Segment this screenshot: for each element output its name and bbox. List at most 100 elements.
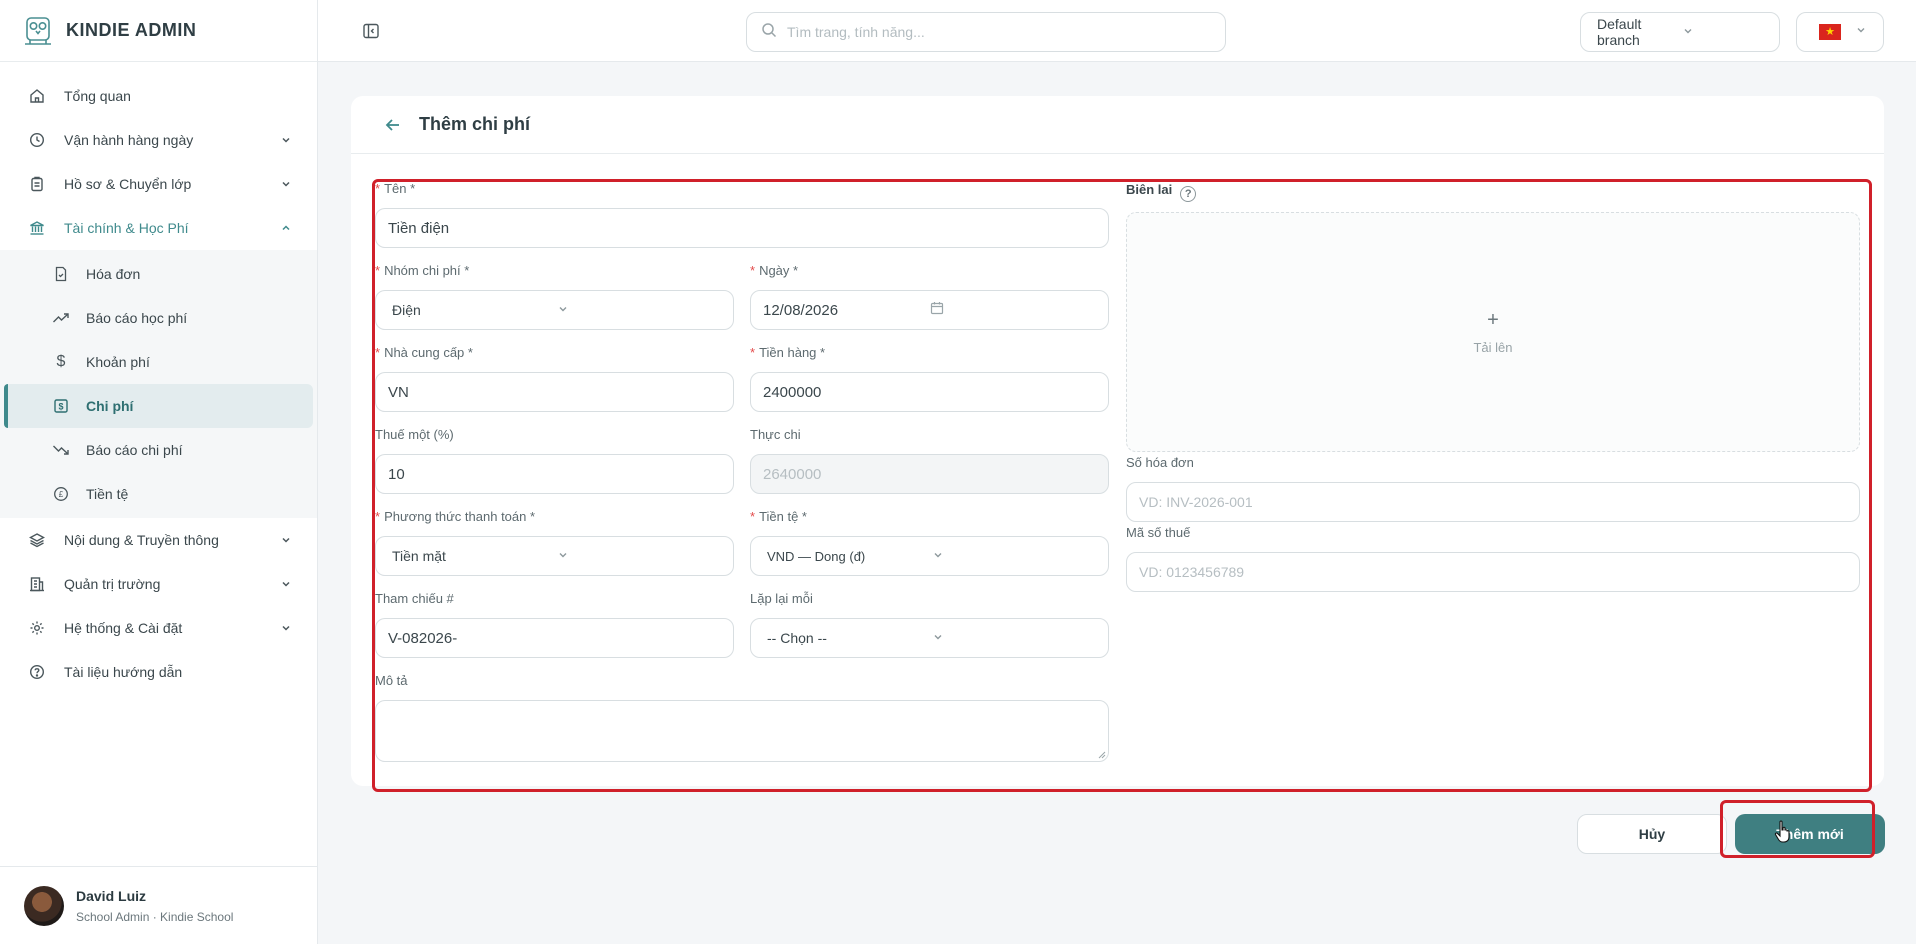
- sidebar-item-fees[interactable]: $ Khoản phí: [0, 340, 313, 384]
- user-profile[interactable]: David Luiz School Admin · Kindie School: [0, 866, 317, 944]
- branch-select-value: Default branch: [1597, 16, 1642, 48]
- building-icon: [28, 575, 46, 593]
- help-icon[interactable]: ?: [1180, 186, 1197, 202]
- sidebar-item-records[interactable]: Hồ sơ & Chuyển lớp: [0, 162, 317, 206]
- receipt-label: Biên lai?: [1126, 182, 1197, 202]
- chevron-down-icon: [932, 549, 1097, 564]
- sidebar-item-finance[interactable]: Tài chính & Học Phí: [0, 206, 317, 250]
- sidebar-item-school-admin[interactable]: Quản trị trường: [0, 562, 317, 606]
- chevron-down-icon: [279, 177, 293, 191]
- resize-handle-icon: [1098, 751, 1106, 759]
- sidebar-item-expenses[interactable]: $ Chi phí: [4, 384, 313, 428]
- sidebar-item-daily-ops[interactable]: Vận hành hàng ngày: [0, 118, 317, 162]
- cancel-button[interactable]: Hủy: [1577, 814, 1727, 854]
- currency-select[interactable]: VND — Dong (đ): [750, 536, 1109, 576]
- sidebar-toggle-icon[interactable]: [362, 22, 380, 40]
- tax-label: Thuế một (%): [375, 427, 454, 442]
- back-arrow-icon[interactable]: [383, 115, 403, 135]
- invoice-number-field[interactable]: VD: INV-2026-001: [1126, 482, 1860, 522]
- amount-label: * Tiền hàng *: [750, 345, 826, 360]
- sidebar-item-label: Hóa đơn: [86, 266, 141, 282]
- sidebar-item-label: Chi phí: [86, 398, 134, 414]
- category-select[interactable]: Điện: [375, 290, 734, 330]
- payment-select[interactable]: Tiền mặt: [375, 536, 734, 576]
- branch-select[interactable]: Default branch: [1580, 12, 1780, 52]
- search-icon: [761, 22, 777, 43]
- vendor-label: * Nhà cung cấp *: [375, 345, 473, 360]
- dollar-icon: $: [56, 353, 66, 370]
- sidebar-item-content[interactable]: Nội dung & Truyền thông: [0, 518, 317, 562]
- user-name: David Luiz: [76, 887, 147, 904]
- brand[interactable]: KINDIE ADMIN: [0, 0, 317, 62]
- search-input[interactable]: [787, 24, 1207, 40]
- home-icon: [28, 87, 46, 105]
- sidebar-item-docs[interactable]: Tài liệu hướng dẫn: [0, 650, 317, 694]
- finance-submenu: Hóa đơn Báo cáo học phí $ Khoản phí $ Ch…: [0, 250, 317, 518]
- category-label: * Nhóm chi phí *: [375, 263, 470, 278]
- currency-icon: £: [52, 485, 70, 503]
- vendor-field[interactable]: VN: [375, 372, 734, 412]
- gear-icon: [28, 619, 46, 637]
- submit-button[interactable]: Thêm mới: [1735, 814, 1885, 854]
- sidebar-item-currency[interactable]: £ Tiền tệ: [0, 472, 313, 516]
- sidebar-item-label: Khoản phí: [86, 354, 150, 370]
- sidebar-item-label: Vận hành hàng ngày: [64, 132, 194, 148]
- date-picker[interactable]: 12/08/2026: [750, 290, 1109, 330]
- invoice-number-label: Số hóa đơn: [1126, 455, 1194, 470]
- tax-code-field[interactable]: VD: 0123456789: [1126, 552, 1860, 592]
- sidebar-item-invoices[interactable]: Hóa đơn: [0, 252, 313, 296]
- name-field[interactable]: Tiền điện: [375, 208, 1109, 248]
- layers-icon: [28, 531, 46, 549]
- chevron-down-icon: [1855, 23, 1867, 41]
- receipt-upload-dropzone[interactable]: + Tải lên: [1126, 212, 1860, 452]
- chevron-down-icon: [279, 133, 293, 147]
- clipboard-icon: [28, 175, 46, 193]
- chevron-down-icon: [279, 577, 293, 591]
- tax-field[interactable]: 10: [375, 454, 734, 494]
- sidebar-item-overview[interactable]: Tổng quan: [0, 74, 317, 118]
- chevron-down-icon: [279, 533, 293, 547]
- language-select[interactable]: ★: [1796, 12, 1884, 52]
- sidebar-item-settings[interactable]: Hệ thống & Cài đặt: [0, 606, 317, 650]
- owl-logo-icon: [20, 13, 56, 49]
- chevron-up-icon: [279, 221, 293, 235]
- sidebar-item-expense-report[interactable]: Báo cáo chi phí: [0, 428, 313, 472]
- svg-text:£: £: [59, 490, 64, 499]
- repeat-select[interactable]: -- Chọn --: [750, 618, 1109, 658]
- sidebar-item-tuition-report[interactable]: Báo cáo học phí: [0, 296, 313, 340]
- description-textarea[interactable]: [375, 700, 1109, 762]
- card-header: Thêm chi phí: [351, 96, 1884, 154]
- sidebar-item-label: Tiền tệ: [86, 486, 129, 502]
- page-title: Thêm chi phí: [419, 114, 531, 134]
- amount-field[interactable]: 2400000: [750, 372, 1109, 412]
- svg-text:$: $: [58, 402, 63, 412]
- date-label: * Ngày *: [750, 263, 799, 278]
- clock-icon: [28, 131, 46, 149]
- chevron-down-icon: [279, 621, 293, 635]
- actual-label: Thực chi: [750, 427, 801, 442]
- upload-label: Tải lên: [1473, 339, 1513, 355]
- top-bar: Default branch ★: [318, 0, 1916, 62]
- vietnam-flag-icon: ★: [1819, 24, 1841, 40]
- sidebar-item-label: Tài liệu hướng dẫn: [64, 664, 183, 680]
- payment-label: * Phương thức thanh toán *: [375, 509, 536, 524]
- chevron-down-icon: [557, 302, 722, 318]
- search-bar[interactable]: [746, 12, 1226, 52]
- sidebar-item-label: Báo cáo chi phí: [86, 442, 183, 458]
- chevron-down-icon: [1682, 24, 1767, 40]
- sidebar-item-label: Quản trị trường: [64, 576, 161, 592]
- calendar-icon: [930, 301, 1097, 319]
- app-name: KINDIE ADMIN: [66, 20, 197, 40]
- sidebar-item-label: Tổng quan: [64, 88, 131, 104]
- sidebar-item-label: Báo cáo học phí: [86, 310, 188, 326]
- plus-icon: +: [1487, 308, 1499, 331]
- chevron-down-icon: [932, 630, 1097, 646]
- reference-field[interactable]: V-082026-: [375, 618, 734, 658]
- avatar: [24, 885, 64, 926]
- trend-down-icon: [52, 441, 70, 459]
- hand-cursor-icon: [1774, 820, 1794, 849]
- user-info: David Luiz School Admin · Kindie School: [76, 888, 233, 924]
- bank-icon: [28, 219, 46, 237]
- sidebar-nav: Tổng quan Vận hành hàng ngày Hồ sơ & Chu…: [0, 62, 317, 694]
- sidebar-item-label: Tài chính & Học Phí: [64, 220, 189, 236]
